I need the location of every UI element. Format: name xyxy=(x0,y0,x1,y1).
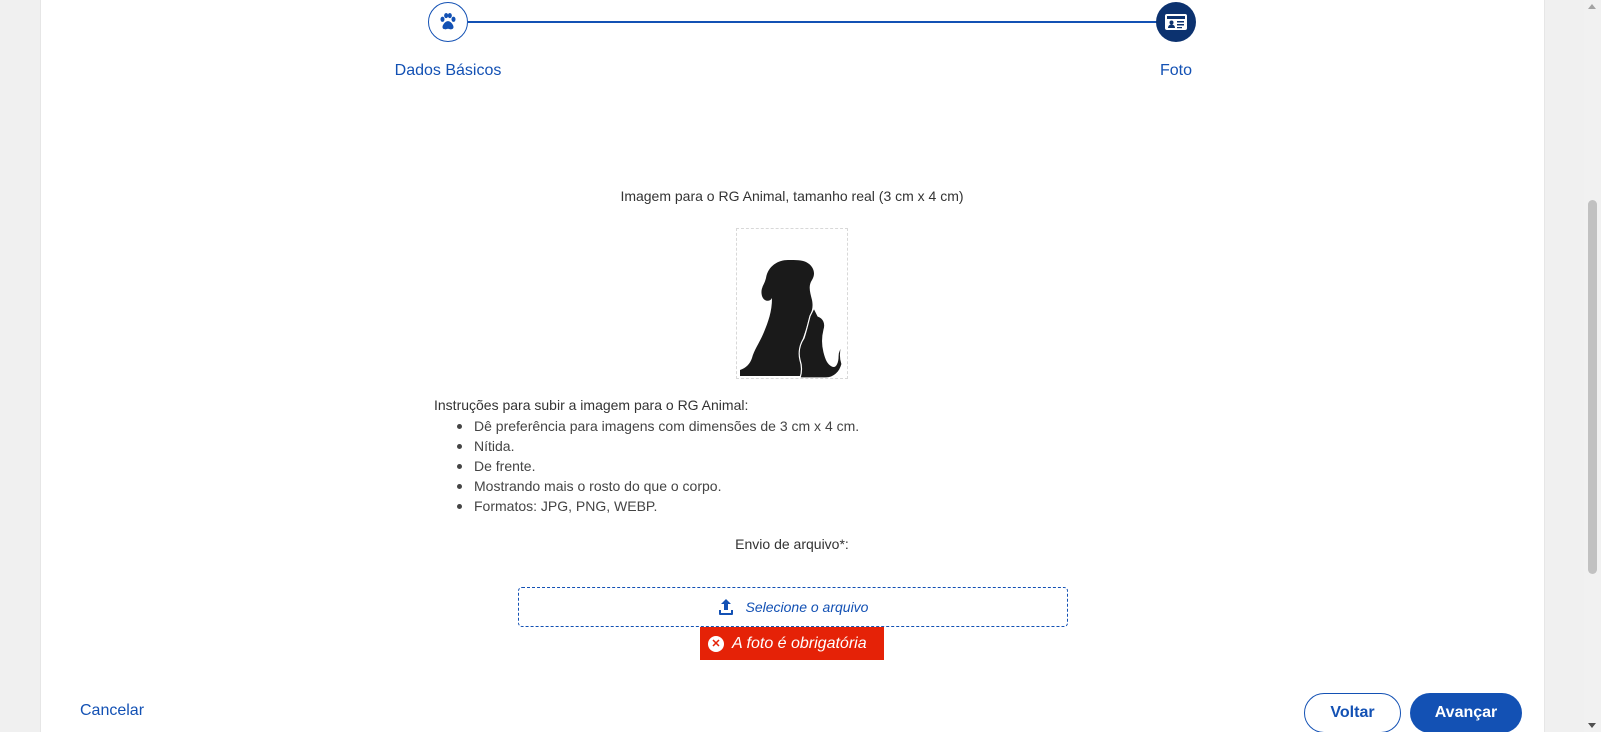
file-select-label: Selecione o arquivo xyxy=(745,599,869,615)
back-button[interactable]: Voltar xyxy=(1304,693,1401,732)
instructions-list: Dê preferência para imagens com dimensõe… xyxy=(434,416,1134,516)
cancel-button[interactable]: Cancelar xyxy=(80,702,144,720)
error-close-icon: ✕ xyxy=(708,635,724,652)
list-item: Nítida. xyxy=(457,436,1134,456)
photo-preview xyxy=(736,228,848,379)
scroll-down-arrow[interactable] xyxy=(1588,723,1596,728)
paw-icon xyxy=(440,13,456,30)
error-text: A foto é obrigatória xyxy=(732,634,867,652)
step-label-foto[interactable]: Foto xyxy=(1160,62,1192,80)
dog-and-cat-silhouette-icon xyxy=(740,260,843,378)
instructions-block: Instruções para subir a imagem para o RG… xyxy=(434,397,1134,516)
list-item: Dê preferência para imagens com dimensõe… xyxy=(457,416,1134,436)
next-button[interactable]: Avançar xyxy=(1410,693,1522,732)
scroll-thumb[interactable] xyxy=(1588,200,1597,574)
list-item: Formatos: JPG, PNG, WEBP. xyxy=(457,496,1134,516)
step-label-dados-basicos[interactable]: Dados Básicos xyxy=(395,62,502,80)
stepper-line xyxy=(468,21,1158,23)
photo-section-title: Imagem para o RG Animal, tamanho real (3… xyxy=(620,188,964,204)
id-card-icon xyxy=(1165,14,1187,30)
vertical-scrollbar[interactable] xyxy=(1584,0,1601,732)
scroll-up-arrow[interactable] xyxy=(1588,4,1596,9)
step-dados-basicos-circle[interactable] xyxy=(428,2,468,42)
upload-label: Envio de arquivo*: xyxy=(735,536,849,552)
list-item: De frente. xyxy=(457,456,1134,476)
upload-icon xyxy=(718,599,733,615)
list-item: Mostrando mais o rosto do que o corpo. xyxy=(457,476,1134,496)
step-foto-circle[interactable] xyxy=(1156,2,1196,42)
file-select-button[interactable]: Selecione o arquivo xyxy=(518,587,1068,627)
photo-required-error: ✕ A foto é obrigatória xyxy=(700,627,884,660)
instructions-title: Instruções para subir a imagem para o RG… xyxy=(434,397,749,413)
